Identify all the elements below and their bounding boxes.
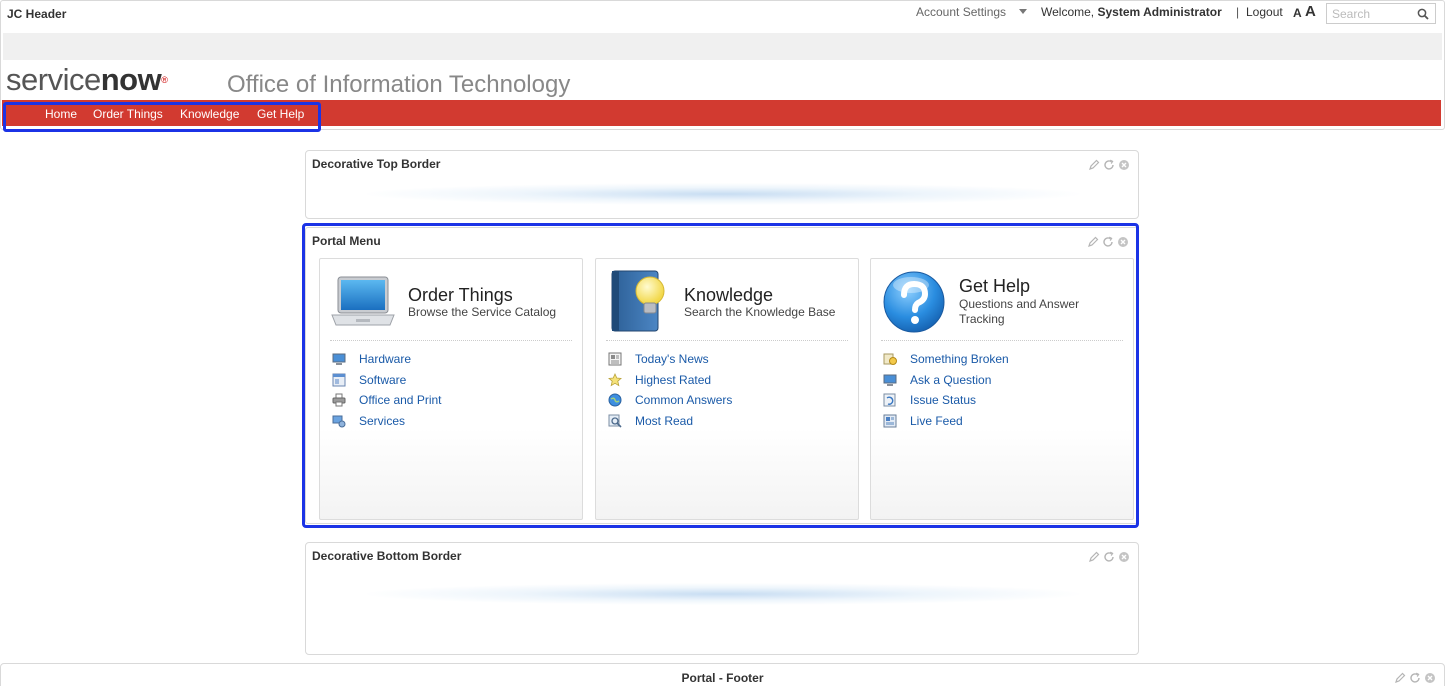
close-icon[interactable] xyxy=(1118,159,1130,171)
link-software[interactable]: Software xyxy=(359,373,406,387)
decrease-font-button[interactable]: A xyxy=(1293,6,1302,20)
list-item[interactable]: Hardware xyxy=(332,349,442,370)
link-ask-a-question[interactable]: Ask a Question xyxy=(910,373,991,387)
search-box xyxy=(1326,3,1436,24)
link-hardware[interactable]: Hardware xyxy=(359,352,411,366)
account-settings-menu[interactable]: Account Settings xyxy=(916,5,1006,19)
search-input[interactable] xyxy=(1327,4,1411,23)
link-something-broken[interactable]: Something Broken xyxy=(910,352,1009,366)
chevron-down-icon[interactable] xyxy=(1019,9,1027,14)
utility-bar xyxy=(3,33,1442,60)
services-icon xyxy=(332,415,346,428)
widget-title: Decorative Bottom Border xyxy=(312,549,462,563)
welcome-text: Welcome, System Administrator xyxy=(1041,5,1222,19)
separator: | xyxy=(1236,5,1240,19)
logout-link[interactable]: Logout xyxy=(1246,5,1283,19)
widget-tools xyxy=(1394,672,1436,684)
panel-subtitle: Questions and Answer Tracking xyxy=(959,297,1080,326)
link-common-answers[interactable]: Common Answers xyxy=(635,393,732,407)
panel-subtitle: Browse the Service Catalog xyxy=(408,305,557,319)
star-icon xyxy=(608,372,622,387)
link-list: Today's News Highest Rated Common Answer… xyxy=(608,349,732,431)
panel-title[interactable]: Order Things xyxy=(408,285,513,306)
widget-tools xyxy=(1088,551,1130,563)
logo-service: service xyxy=(6,62,101,97)
decorative-bottom-border-widget: Decorative Bottom Border xyxy=(305,542,1139,655)
link-issue-status[interactable]: Issue Status xyxy=(910,393,976,407)
newspaper-icon xyxy=(608,352,622,366)
edit-icon[interactable] xyxy=(1394,672,1406,684)
panel-subtitle: Search the Knowledge Base xyxy=(684,305,836,319)
laptop-icon[interactable] xyxy=(330,269,396,335)
portal-footer-widget: Portal - Footer xyxy=(0,663,1445,686)
list-item[interactable]: Ask a Question xyxy=(883,370,1009,391)
refresh-icon[interactable] xyxy=(1103,551,1115,563)
divider xyxy=(606,340,848,341)
logo-now: now xyxy=(100,62,162,97)
welcome-prefix: Welcome, xyxy=(1041,5,1095,19)
link-live-feed[interactable]: Live Feed xyxy=(910,414,963,428)
decorative-glow xyxy=(366,583,1080,605)
edit-icon[interactable] xyxy=(1088,551,1100,563)
list-item[interactable]: Today's News xyxy=(608,349,732,370)
user-name: System Administrator xyxy=(1097,5,1222,19)
logo-registered: ® xyxy=(161,75,168,85)
org-title: Office of Information Technology xyxy=(227,71,571,98)
book-lightbulb-icon[interactable] xyxy=(606,269,672,335)
list-item[interactable]: Office and Print xyxy=(332,390,442,411)
edit-icon[interactable] xyxy=(1088,159,1100,171)
divider xyxy=(330,340,572,341)
panel-title[interactable]: Knowledge xyxy=(684,285,773,306)
order-things-panel: Order Things Browse the Service Catalog … xyxy=(319,258,583,520)
broken-icon xyxy=(883,353,897,366)
knowledge-panel: Knowledge Search the Knowledge Base Toda… xyxy=(595,258,859,520)
close-icon[interactable] xyxy=(1424,672,1436,684)
link-highest-rated[interactable]: Highest Rated xyxy=(635,373,711,387)
magnifier-icon xyxy=(608,414,622,428)
link-services[interactable]: Services xyxy=(359,414,405,428)
feed-icon xyxy=(883,414,897,428)
refresh-icon[interactable] xyxy=(1409,672,1421,684)
increase-font-button[interactable]: A xyxy=(1305,3,1316,20)
window-icon xyxy=(332,373,346,387)
globe-icon xyxy=(608,393,622,407)
refresh-icon[interactable] xyxy=(1103,159,1115,171)
decorative-top-border-widget: Decorative Top Border xyxy=(305,150,1139,219)
link-office-and-print[interactable]: Office and Print xyxy=(359,393,442,407)
widget-title: JC Header xyxy=(7,7,67,21)
widget-title: Portal - Footer xyxy=(681,671,764,685)
servicenow-logo: servicenow® xyxy=(6,62,168,98)
question-mark-icon[interactable] xyxy=(881,269,947,335)
list-item[interactable]: Software xyxy=(332,370,442,391)
printer-icon xyxy=(332,393,346,407)
monitor-icon xyxy=(883,374,897,386)
status-icon xyxy=(883,393,896,407)
list-item[interactable]: Most Read xyxy=(608,411,732,432)
nav-highlight-outline xyxy=(3,102,321,132)
list-item[interactable]: Issue Status xyxy=(883,390,1009,411)
get-help-panel: Get Help Questions and Answer Tracking S… xyxy=(870,258,1134,520)
decorative-glow xyxy=(366,183,1080,205)
list-item[interactable]: Common Answers xyxy=(608,390,732,411)
widget-title: Decorative Top Border xyxy=(312,157,441,171)
monitor-icon xyxy=(332,353,346,366)
list-item[interactable]: Highest Rated xyxy=(608,370,732,391)
list-item[interactable]: Services xyxy=(332,411,442,432)
search-icon[interactable] xyxy=(1417,8,1429,20)
list-item[interactable]: Something Broken xyxy=(883,349,1009,370)
panel-title[interactable]: Get Help xyxy=(959,276,1030,297)
link-todays-news[interactable]: Today's News xyxy=(635,352,709,366)
divider xyxy=(881,340,1123,341)
list-item[interactable]: Live Feed xyxy=(883,411,1009,432)
link-list: Hardware Software Office and Print Servi… xyxy=(332,349,442,431)
link-list: Something Broken Ask a Question Issue St… xyxy=(883,349,1009,431)
widget-tools xyxy=(1088,159,1130,171)
close-icon[interactable] xyxy=(1118,551,1130,563)
link-most-read[interactable]: Most Read xyxy=(635,414,693,428)
